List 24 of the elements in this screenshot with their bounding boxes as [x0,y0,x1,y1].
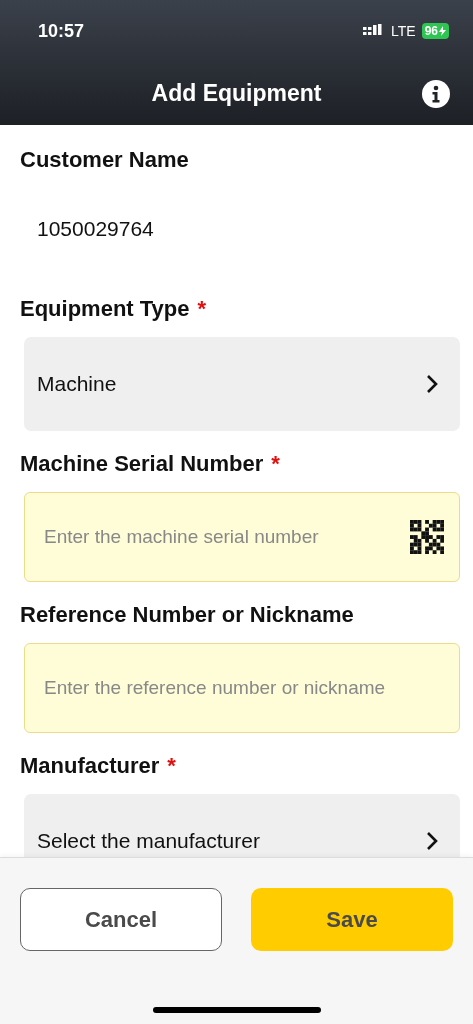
signal-icon [363,24,385,38]
screen-title: Add Equipment [151,80,322,107]
input-field[interactable]: Enter the reference number or nickname [24,643,460,733]
field-label: Manufacturer [20,752,160,780]
required-mark: * [197,295,207,323]
qr-code-icon[interactable] [410,520,444,554]
field-label: Customer Name [20,146,189,174]
network-label: LTE [391,23,416,39]
battery-indicator: 96 [421,23,449,39]
required-mark: * [167,752,176,780]
field-label: Machine Serial Number [20,450,264,478]
select-field[interactable]: Machine [24,337,460,431]
chevron-right-icon [426,374,438,394]
cancel-button[interactable]: Cancel [20,888,222,951]
input-field[interactable]: Enter the machine serial number [24,492,460,582]
required-mark: * [271,450,280,478]
field-label: Reference Number or Nickname [20,601,354,629]
customer-name-value: 1050029764 [37,216,155,242]
field-label: Equipment Type [20,295,190,323]
save-button[interactable]: Save [251,888,453,951]
chevron-right-icon [426,831,438,851]
status-time: 10:57 [38,20,86,42]
info-icon[interactable] [422,80,450,108]
select-field[interactable]: Select the manufacturer [24,794,460,857]
